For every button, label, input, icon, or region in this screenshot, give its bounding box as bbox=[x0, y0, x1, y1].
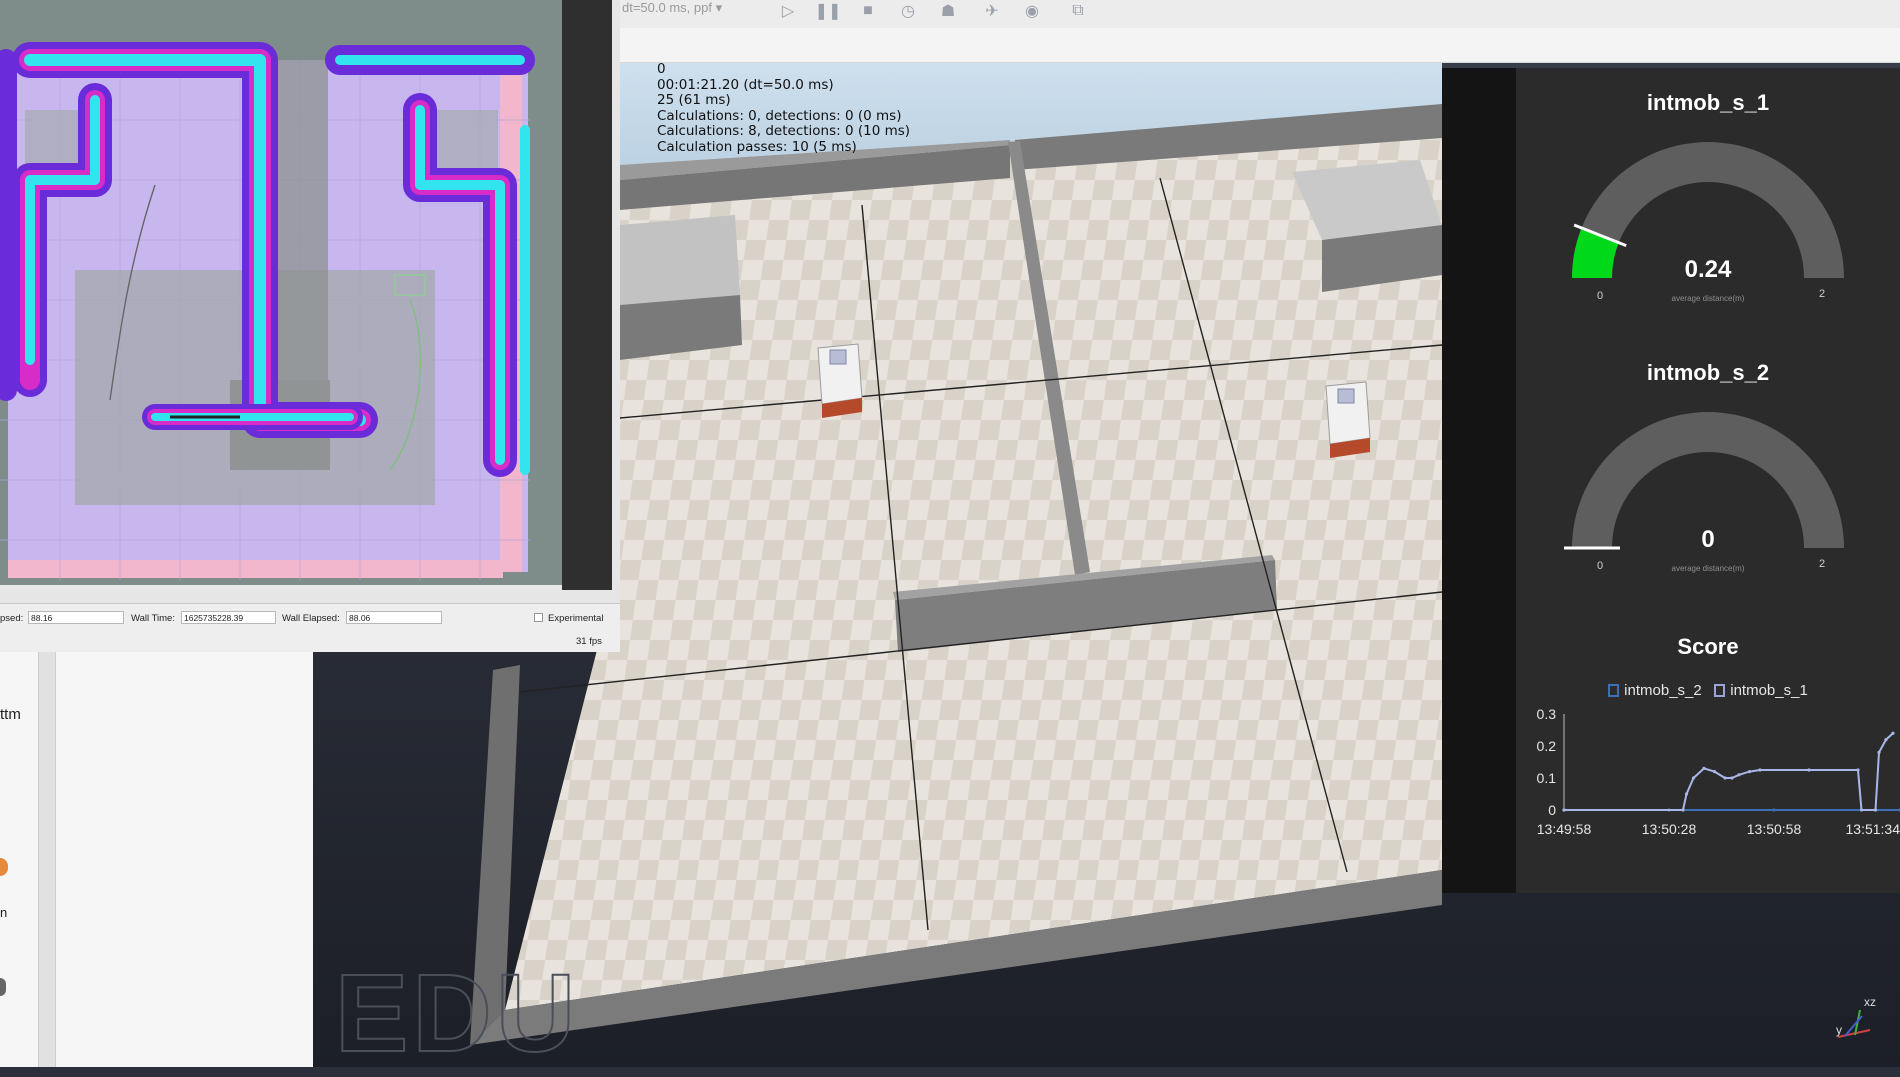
x-tick-label: 13:49:58 bbox=[1537, 821, 1592, 837]
gauge1-max: 2 bbox=[1819, 288, 1825, 300]
sim-toolbar bbox=[620, 0, 1900, 29]
series-point bbox=[1730, 776, 1733, 779]
series-point bbox=[1685, 792, 1688, 795]
gauge1-value: 0.24 bbox=[1658, 256, 1758, 284]
series-point bbox=[1562, 808, 1565, 811]
gauge2-unit: average distance(m) bbox=[1638, 564, 1778, 573]
info-line: 0 bbox=[657, 62, 910, 78]
dashboard-panel: intmob_s_1 0.24 average distance(m) 0 2 … bbox=[1516, 68, 1900, 893]
y-tick-label: 0.2 bbox=[1537, 738, 1557, 754]
info-line: 00:01:21.20 (dt=50.0 ms) bbox=[657, 78, 910, 94]
dt-select[interactable]: dt=50.0 ms, ppf ▾ bbox=[620, 0, 768, 18]
left-panel-text: ttm bbox=[0, 706, 21, 723]
wall-elapsed-field[interactable]: 88.06 bbox=[346, 611, 442, 624]
robot-intmob-s-2[interactable] bbox=[1326, 382, 1370, 458]
sim-info-overlay: 0 00:01:21.20 (dt=50.0 ms) 25 (61 ms) Ca… bbox=[657, 62, 910, 155]
gauge2-value: 0 bbox=[1658, 526, 1758, 554]
sim-toolbar-secondary bbox=[620, 28, 1900, 63]
series-point bbox=[1860, 808, 1863, 811]
y-tick-label: 0.1 bbox=[1537, 770, 1557, 786]
clock-icon[interactable]: ◷ bbox=[894, 0, 922, 22]
series-point bbox=[1713, 770, 1716, 773]
turtle-icon[interactable]: ☗ bbox=[934, 0, 962, 22]
left-scrollbar[interactable] bbox=[38, 652, 56, 1067]
series-point bbox=[1891, 732, 1894, 735]
stop-icon[interactable]: ■ bbox=[854, 0, 882, 22]
costmap-view[interactable] bbox=[0, 0, 612, 590]
series-point bbox=[1884, 738, 1887, 741]
svg-text:y: y bbox=[1836, 1023, 1842, 1037]
robot-intmob-s-1[interactable] bbox=[818, 344, 862, 418]
score-title: Score bbox=[1516, 634, 1900, 660]
series-point bbox=[1758, 768, 1761, 771]
map-side-panel bbox=[562, 0, 612, 590]
series-point bbox=[1856, 768, 1859, 771]
legend-swatch bbox=[1608, 684, 1619, 697]
info-line: 25 (61 ms) bbox=[657, 93, 910, 109]
series-point bbox=[1807, 768, 1810, 771]
score-legend: intmob_s_2 intmob_s_1 bbox=[1516, 682, 1900, 699]
legend-item[interactable]: intmob_s_2 bbox=[1608, 682, 1702, 699]
info-line: Calculations: 8, detections: 0 (10 ms) bbox=[657, 124, 910, 140]
screen: xz y EDU dt=50.0 ms, ppf ▾ ▷ ❚❚ ■ ◷ ☗ ✈ … bbox=[0, 0, 1900, 1067]
info-line: Calculations: 0, detections: 0 (0 ms) bbox=[657, 109, 910, 125]
series-point bbox=[1681, 808, 1684, 811]
fps-label: 31 fps bbox=[576, 636, 602, 647]
series-point bbox=[1702, 767, 1705, 770]
camera-icon[interactable]: ⧉ bbox=[1064, 0, 1092, 22]
edu-watermark: EDU bbox=[335, 950, 579, 1077]
series-point bbox=[1748, 770, 1751, 773]
gauge2-max: 2 bbox=[1819, 558, 1825, 570]
x-tick-label: 13:50:58 bbox=[1747, 821, 1802, 837]
series-point bbox=[1772, 808, 1775, 811]
x-tick-label: 13:51:34 bbox=[1846, 821, 1900, 837]
gauge2-title: intmob_s_2 bbox=[1516, 360, 1900, 386]
legend-swatch bbox=[1714, 684, 1725, 697]
eye-icon[interactable]: ◉ bbox=[1018, 0, 1046, 22]
legend-item[interactable]: intmob_s_1 bbox=[1714, 682, 1808, 699]
pause-icon[interactable]: ❚❚ bbox=[814, 0, 842, 22]
x-tick-label: 13:50:28 bbox=[1642, 821, 1697, 837]
y-tick-label: 0 bbox=[1548, 802, 1556, 818]
gauge1-title: intmob_s_1 bbox=[1516, 90, 1900, 116]
series-line-intmob_s_1 bbox=[1564, 733, 1893, 810]
info-line: Calculation passes: 10 (5 ms) bbox=[657, 140, 910, 156]
wall-time-field[interactable]: 1625735228.39 bbox=[181, 611, 276, 624]
rabbit-icon[interactable]: ✈ bbox=[978, 0, 1006, 22]
play-icon[interactable]: ▷ bbox=[774, 0, 802, 22]
series-point bbox=[1877, 751, 1880, 754]
block-left-top bbox=[620, 215, 740, 305]
map-statusbar: psed: 88.16 Wall Time: 1625735228.39 Wal… bbox=[0, 603, 620, 652]
series-point bbox=[1692, 776, 1695, 779]
score-chart: 0 0.1 0.2 0.3 13:49:58 13:50:28 13:50:58 13:51:… bbox=[1516, 704, 1900, 844]
left-panel-text-2: n bbox=[0, 905, 7, 920]
series-point bbox=[1723, 776, 1726, 779]
gauge2-min: 0 bbox=[1597, 560, 1603, 572]
gauge1-unit: average distance(m) bbox=[1638, 294, 1778, 303]
svg-text:xz: xz bbox=[1864, 995, 1876, 1009]
series-point bbox=[1874, 808, 1877, 811]
series-point bbox=[1737, 773, 1740, 776]
gauge1-min: 0 bbox=[1597, 290, 1603, 302]
y-tick-label: 0.3 bbox=[1537, 706, 1557, 722]
experimental-checkbox[interactable] bbox=[534, 613, 543, 622]
sim-elapsed-field[interactable]: 88.16 bbox=[28, 611, 124, 624]
